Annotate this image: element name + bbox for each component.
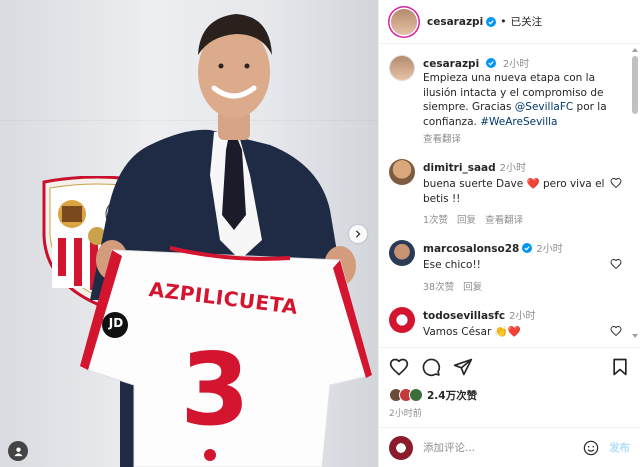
commenter-avatar[interactable] bbox=[389, 240, 415, 266]
comment-text: Vamos César 👏❤️ bbox=[423, 325, 610, 340]
see-translation-link[interactable]: 查看翻译 bbox=[485, 215, 523, 226]
comment-text: Ese chico!! bbox=[423, 259, 481, 271]
hashtag-link[interactable]: #WeAreSevilla bbox=[480, 116, 557, 128]
like-button[interactable] bbox=[389, 357, 409, 377]
mention-link[interactable]: @SevillaFC bbox=[515, 101, 573, 113]
verified-badge-icon bbox=[485, 58, 496, 68]
reply-button[interactable]: 回复 bbox=[457, 215, 476, 226]
heart-emoji: ❤️ bbox=[507, 325, 521, 338]
comment-time: 2小时 bbox=[536, 244, 563, 255]
post-timestamp: 2小时前 bbox=[389, 409, 422, 419]
comments-scrollbar[interactable] bbox=[632, 48, 638, 338]
verified-badge-icon bbox=[486, 16, 497, 27]
author-username[interactable]: cesarazpi bbox=[427, 16, 483, 28]
post-actions-section: 2.4万次赞 2小时前 发布 bbox=[379, 347, 640, 467]
comment-username[interactable]: todosevillasfc bbox=[423, 310, 505, 322]
heart-icon bbox=[389, 358, 409, 376]
carousel-dot bbox=[178, 457, 182, 461]
comment-username[interactable]: dimitri_saad bbox=[423, 162, 496, 174]
verified-badge-icon bbox=[522, 243, 533, 253]
comment-bubble-icon bbox=[422, 358, 441, 377]
post-side-panel: cesarazpi • 已关注 cesarazpi 2小时 Empieza un… bbox=[378, 0, 640, 467]
tagged-users-button[interactable] bbox=[8, 441, 28, 461]
likes-row[interactable]: 2.4万次赞 bbox=[379, 386, 640, 404]
scrollbar-thumb[interactable] bbox=[632, 56, 638, 114]
emoji-icon[interactable] bbox=[583, 440, 599, 456]
user-icon bbox=[13, 446, 23, 456]
caption-time: 2小时 bbox=[502, 59, 530, 70]
next-photo-button[interactable] bbox=[349, 225, 367, 243]
comment-text: buena suerte Dave ❤️ pero viva el betis … bbox=[423, 177, 610, 206]
see-translation-link[interactable]: 查看翻译 bbox=[423, 134, 461, 145]
post-header: cesarazpi • 已关注 bbox=[379, 0, 640, 44]
carousel-dot-active bbox=[150, 457, 154, 461]
comment-time: 2小时 bbox=[509, 310, 536, 322]
jersey-number: 3 bbox=[180, 331, 250, 448]
scroll-up-arrow-icon[interactable] bbox=[632, 48, 638, 52]
comment-text-part: buena suerte Dave bbox=[423, 178, 527, 190]
comment-item: todosevillasfc 2小时 Vamos César 👏❤️ bbox=[389, 306, 622, 340]
like-comment-heart-icon[interactable] bbox=[610, 177, 622, 189]
carousel-dot bbox=[164, 457, 168, 461]
carousel-dot bbox=[157, 457, 161, 461]
save-button[interactable] bbox=[610, 357, 630, 377]
post-photo[interactable]: S JD bbox=[0, 0, 378, 467]
comment-likes[interactable]: 38次赞 bbox=[423, 282, 454, 293]
carousel-dots bbox=[150, 457, 182, 461]
reply-button[interactable]: 回复 bbox=[463, 282, 482, 293]
comment-username[interactable]: marcosalonso28 bbox=[423, 243, 519, 255]
comment-likes[interactable]: 1次赞 bbox=[423, 215, 448, 226]
comment-composer: 发布 bbox=[379, 427, 640, 467]
carousel-dot bbox=[171, 457, 175, 461]
commenter-avatar[interactable] bbox=[389, 159, 415, 185]
bookmark-icon bbox=[613, 358, 627, 376]
comment-button[interactable] bbox=[421, 357, 441, 377]
clap-emoji: 👏 bbox=[494, 325, 508, 338]
jersey-sponsor: JD bbox=[108, 316, 124, 330]
paper-plane-icon bbox=[453, 358, 473, 376]
comment-time: 2小时 bbox=[499, 163, 527, 174]
heart-emoji: ❤️ bbox=[526, 178, 540, 190]
author-avatar[interactable] bbox=[391, 8, 417, 35]
comments-list[interactable]: cesarazpi 2小时 Empieza una nueva etapa co… bbox=[379, 45, 630, 347]
comment-item: marcosalonso28 2小时 Ese chico!! 38次赞 回复 bbox=[389, 240, 622, 293]
current-user-avatar bbox=[389, 435, 413, 460]
likes-count[interactable]: 2.4万次赞 bbox=[427, 388, 477, 403]
add-comment-input[interactable] bbox=[423, 441, 583, 454]
post-caption: cesarazpi 2小时 Empieza una nueva etapa co… bbox=[389, 55, 622, 145]
like-comment-heart-icon[interactable] bbox=[610, 325, 622, 337]
scroll-down-arrow-icon[interactable] bbox=[632, 334, 638, 338]
follow-separator: • bbox=[500, 15, 507, 28]
caption-text: Empieza una nueva etapa con la ilusión i… bbox=[423, 71, 622, 129]
chevron-right-icon bbox=[355, 230, 361, 238]
action-bar bbox=[379, 348, 640, 386]
share-button[interactable] bbox=[453, 357, 473, 377]
comment-text-part: Vamos César bbox=[423, 325, 495, 338]
post-comment-button[interactable]: 发布 bbox=[609, 440, 630, 455]
caption-username[interactable]: cesarazpi bbox=[423, 58, 479, 70]
commenter-avatar[interactable] bbox=[389, 306, 415, 333]
follow-status-button[interactable]: 已关注 bbox=[511, 14, 543, 29]
like-comment-heart-icon[interactable] bbox=[610, 258, 622, 270]
liker-avatar bbox=[409, 388, 423, 402]
instagram-post-modal: S JD bbox=[0, 0, 640, 467]
caption-avatar[interactable] bbox=[389, 55, 415, 81]
comment-item: dimitri_saad 2小时 buena suerte Dave ❤️ per… bbox=[389, 159, 622, 226]
